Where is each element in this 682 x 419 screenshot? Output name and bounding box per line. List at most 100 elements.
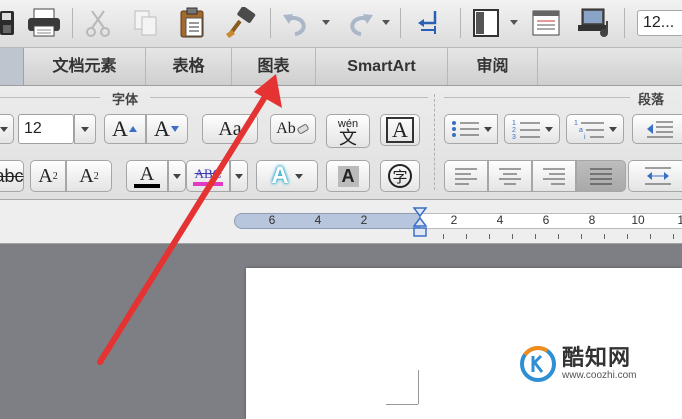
ruler-tick xyxy=(443,234,444,239)
highlight-dropdown[interactable] xyxy=(230,160,248,192)
subscript-mark: 2 xyxy=(93,170,99,182)
ruler-label: 6 xyxy=(268,213,276,227)
align-center-button[interactable] xyxy=(488,160,532,192)
chevron-down-icon xyxy=(608,126,617,132)
multilevel-list-button[interactable]: 1ai xyxy=(566,114,624,144)
coozhi-logo-icon xyxy=(520,346,556,382)
indent-marker-icon[interactable] xyxy=(412,206,428,240)
font-color-dropdown[interactable] xyxy=(168,160,186,192)
save-icon[interactable] xyxy=(0,6,18,40)
media-browser-icon[interactable] xyxy=(574,6,614,40)
cut-icon[interactable] xyxy=(80,6,116,40)
font-size-input[interactable]: 12 xyxy=(18,114,74,144)
bullet-list-button[interactable] xyxy=(444,114,498,144)
font-color-label: A xyxy=(139,163,155,185)
gallery-icon[interactable] xyxy=(526,6,566,40)
tab-tables[interactable]: 表格 xyxy=(146,48,232,85)
distributed-align-button[interactable] xyxy=(628,160,682,192)
decrease-indent-button[interactable] xyxy=(632,114,682,144)
tab-review[interactable]: 审阅 xyxy=(448,48,538,85)
group-rule xyxy=(150,97,428,98)
font-color-button[interactable]: A xyxy=(126,160,168,192)
grow-font-button[interactable]: A xyxy=(104,114,146,144)
ruler-label: 12 xyxy=(677,213,682,227)
shrink-font-label: A xyxy=(154,116,170,141)
redo-icon[interactable] xyxy=(338,6,378,40)
toolbar-separator xyxy=(72,8,73,38)
change-case-label: Ab xyxy=(276,120,296,137)
align-left-button[interactable] xyxy=(444,160,488,192)
tab-home[interactable] xyxy=(0,48,24,85)
ruler-tick xyxy=(673,234,674,239)
subscript-button[interactable]: A2 xyxy=(66,160,112,192)
redo-dropdown-arrow[interactable] xyxy=(382,20,390,25)
ruler-label: 2 xyxy=(360,213,368,227)
font-size-dropdown[interactable] xyxy=(74,114,96,144)
tab-charts[interactable]: 图表 xyxy=(232,48,316,85)
superscript-button[interactable]: A2 xyxy=(30,160,66,192)
text-effects-button[interactable]: A xyxy=(256,160,318,192)
strikethrough-button[interactable]: abc xyxy=(0,160,24,192)
highlight-button[interactable]: ABC xyxy=(186,160,230,192)
character-shading-button[interactable]: A xyxy=(326,160,370,192)
decrease-indent-icon xyxy=(647,121,673,138)
standard-toolbar: 12... xyxy=(0,0,682,48)
sidebar-dropdown-arrow[interactable] xyxy=(510,20,518,25)
character-border-button[interactable]: A xyxy=(380,114,420,146)
zoom-field[interactable]: 12... xyxy=(637,10,682,36)
justify-icon xyxy=(590,168,612,185)
grow-font-label: A xyxy=(112,116,128,141)
horizontal-ruler[interactable]: 6 4 2 2 4 6 8 10 12 xyxy=(234,207,682,239)
eraser-icon xyxy=(297,124,309,134)
copy-icon[interactable] xyxy=(128,6,164,40)
bullet-list-icon xyxy=(451,121,479,137)
watermark-url: www.coozhi.com xyxy=(562,370,637,381)
align-center-icon xyxy=(499,168,521,185)
watermark: 酷知网 www.coozhi.com xyxy=(520,342,670,386)
numbered-list-button[interactable]: 123 xyxy=(504,114,560,144)
phonetic-guide-button[interactable]: wén 文 xyxy=(326,114,370,148)
sidebar-icon[interactable] xyxy=(468,6,504,40)
ruler-tick xyxy=(466,234,467,239)
ruler-tick xyxy=(627,234,628,239)
tab-document-elements[interactable]: 文档元素 xyxy=(24,48,146,85)
watermark-name: 酷知网 xyxy=(562,345,632,370)
clear-formatting-button[interactable]: Aa xyxy=(202,114,258,144)
undo-icon[interactable] xyxy=(278,6,318,40)
undo-dropdown-arrow[interactable] xyxy=(322,20,330,25)
ruler-tick xyxy=(604,234,605,239)
chevron-down-icon xyxy=(544,126,553,132)
ruler-label: 2 xyxy=(450,213,458,227)
toolbar-separator xyxy=(624,8,625,38)
highlight-swatch xyxy=(193,182,223,186)
toolbar-separator xyxy=(460,8,461,38)
triangle-up-icon xyxy=(128,126,137,132)
superscript-label: A xyxy=(38,164,53,187)
toolbar-separator xyxy=(400,8,401,38)
chevron-down-icon xyxy=(483,126,492,132)
svg-text:1: 1 xyxy=(574,120,578,127)
enclose-characters-button[interactable]: 字 xyxy=(380,160,420,192)
chevron-down-icon xyxy=(294,173,303,179)
svg-text:i: i xyxy=(584,134,586,140)
ruler-tick xyxy=(535,234,536,239)
align-left-icon xyxy=(455,168,477,185)
subscript-label: A xyxy=(79,164,94,187)
print-icon[interactable] xyxy=(24,6,64,40)
paste-icon[interactable] xyxy=(174,6,210,40)
tab-smartart[interactable]: SmartArt xyxy=(316,48,448,85)
svg-text:2: 2 xyxy=(512,127,516,134)
ruler-bar: 6 4 2 2 4 6 8 10 12 xyxy=(0,200,682,244)
show-paragraph-icon[interactable] xyxy=(410,6,450,40)
align-right-button[interactable] xyxy=(532,160,576,192)
font-name-dropdown[interactable] xyxy=(0,114,14,144)
shrink-font-button[interactable]: A xyxy=(146,114,188,144)
svg-text:a: a xyxy=(579,127,583,134)
border-char-label: A xyxy=(386,117,414,143)
ruler-tick xyxy=(489,234,490,239)
change-case-button[interactable]: Ab xyxy=(270,114,316,144)
justify-button[interactable] xyxy=(576,160,626,192)
ruler-tick xyxy=(512,234,513,239)
svg-text:3: 3 xyxy=(512,134,516,140)
format-painter-icon[interactable] xyxy=(220,6,260,40)
